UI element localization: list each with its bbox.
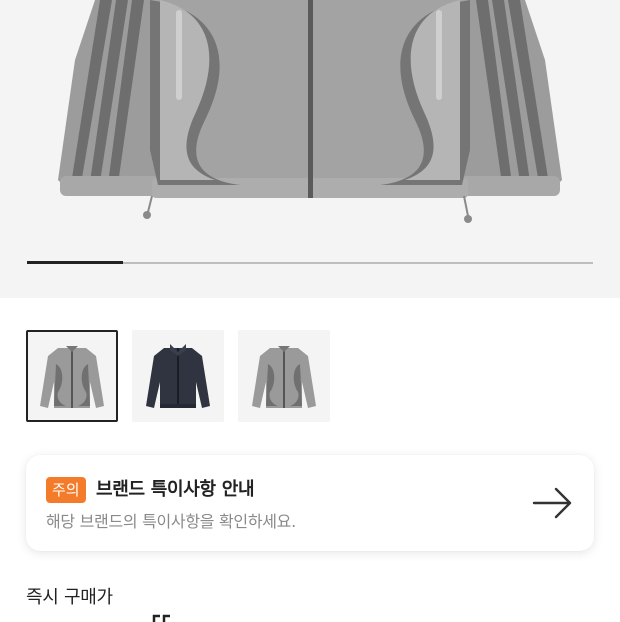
thumbnail-3[interactable] [238,330,330,422]
caution-badge: 주의 [46,477,86,503]
thumbnail-2[interactable] [132,330,224,422]
navy-jacket-thumb [146,344,210,408]
price-value-partial [152,614,170,622]
image-progress-indicator [27,261,124,264]
jacket-image [58,0,562,223]
image-progress-bar [27,261,593,264]
instant-buy-price-label: 즉시 구매가 [26,587,113,608]
arrow-right-icon[interactable] [532,485,574,521]
product-image-carousel[interactable] [0,0,620,298]
grey-jacket-thumb-2 [252,346,316,408]
notice-title: 브랜드 특이사항 안내 [96,479,255,500]
notice-description: 해당 브랜드의 특이사항을 확인하세요. [46,512,296,531]
grey-jacket-thumb [40,346,104,408]
thumbnail-1[interactable] [26,330,118,422]
brand-notice-card[interactable]: 주의 브랜드 특이사항 안내 해당 브랜드의 특이사항을 확인하세요. [26,455,594,551]
